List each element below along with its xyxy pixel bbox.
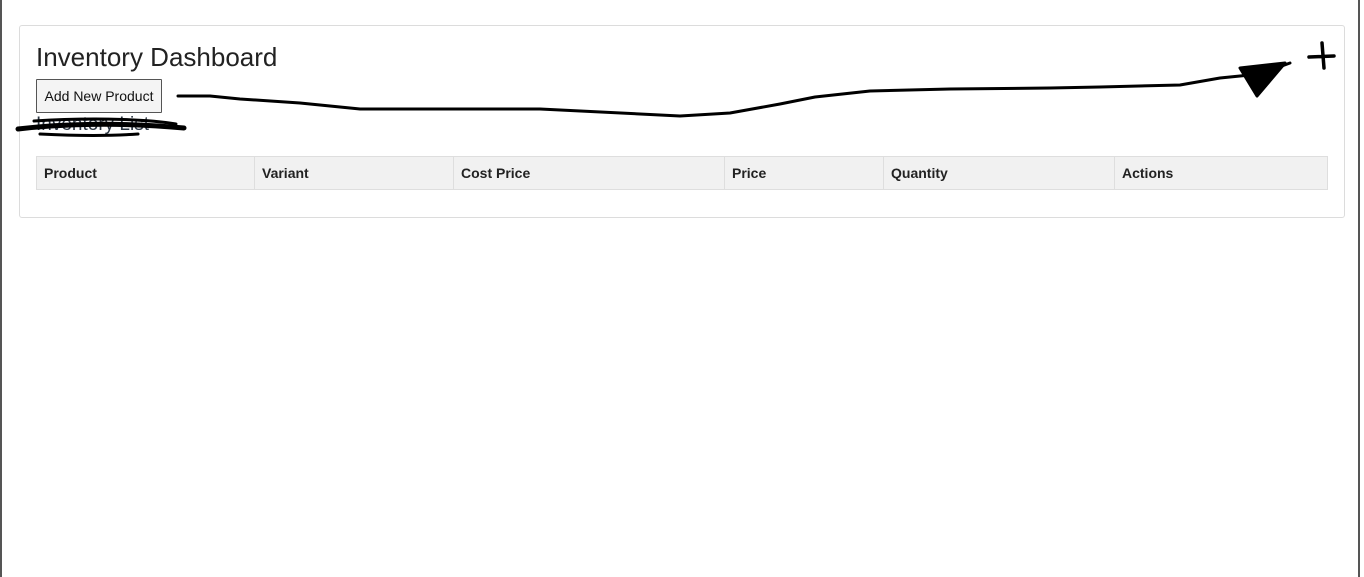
column-header-quantity: Quantity — [883, 156, 1115, 190]
column-header-cost-price: Cost Price — [453, 156, 725, 190]
page-title: Inventory Dashboard — [36, 42, 278, 72]
column-header-actions: Actions — [1114, 156, 1328, 190]
column-header-price: Price — [724, 156, 884, 190]
inventory-list-heading: Inventory List — [36, 114, 149, 135]
add-new-product-button[interactable]: Add New Product — [36, 79, 162, 113]
table-header-row: Product Variant Cost Price Price Quantit… — [36, 156, 1328, 190]
column-header-variant: Variant — [254, 156, 454, 190]
inventory-table: Product Variant Cost Price Price Quantit… — [36, 156, 1328, 190]
column-header-product: Product — [36, 156, 255, 190]
